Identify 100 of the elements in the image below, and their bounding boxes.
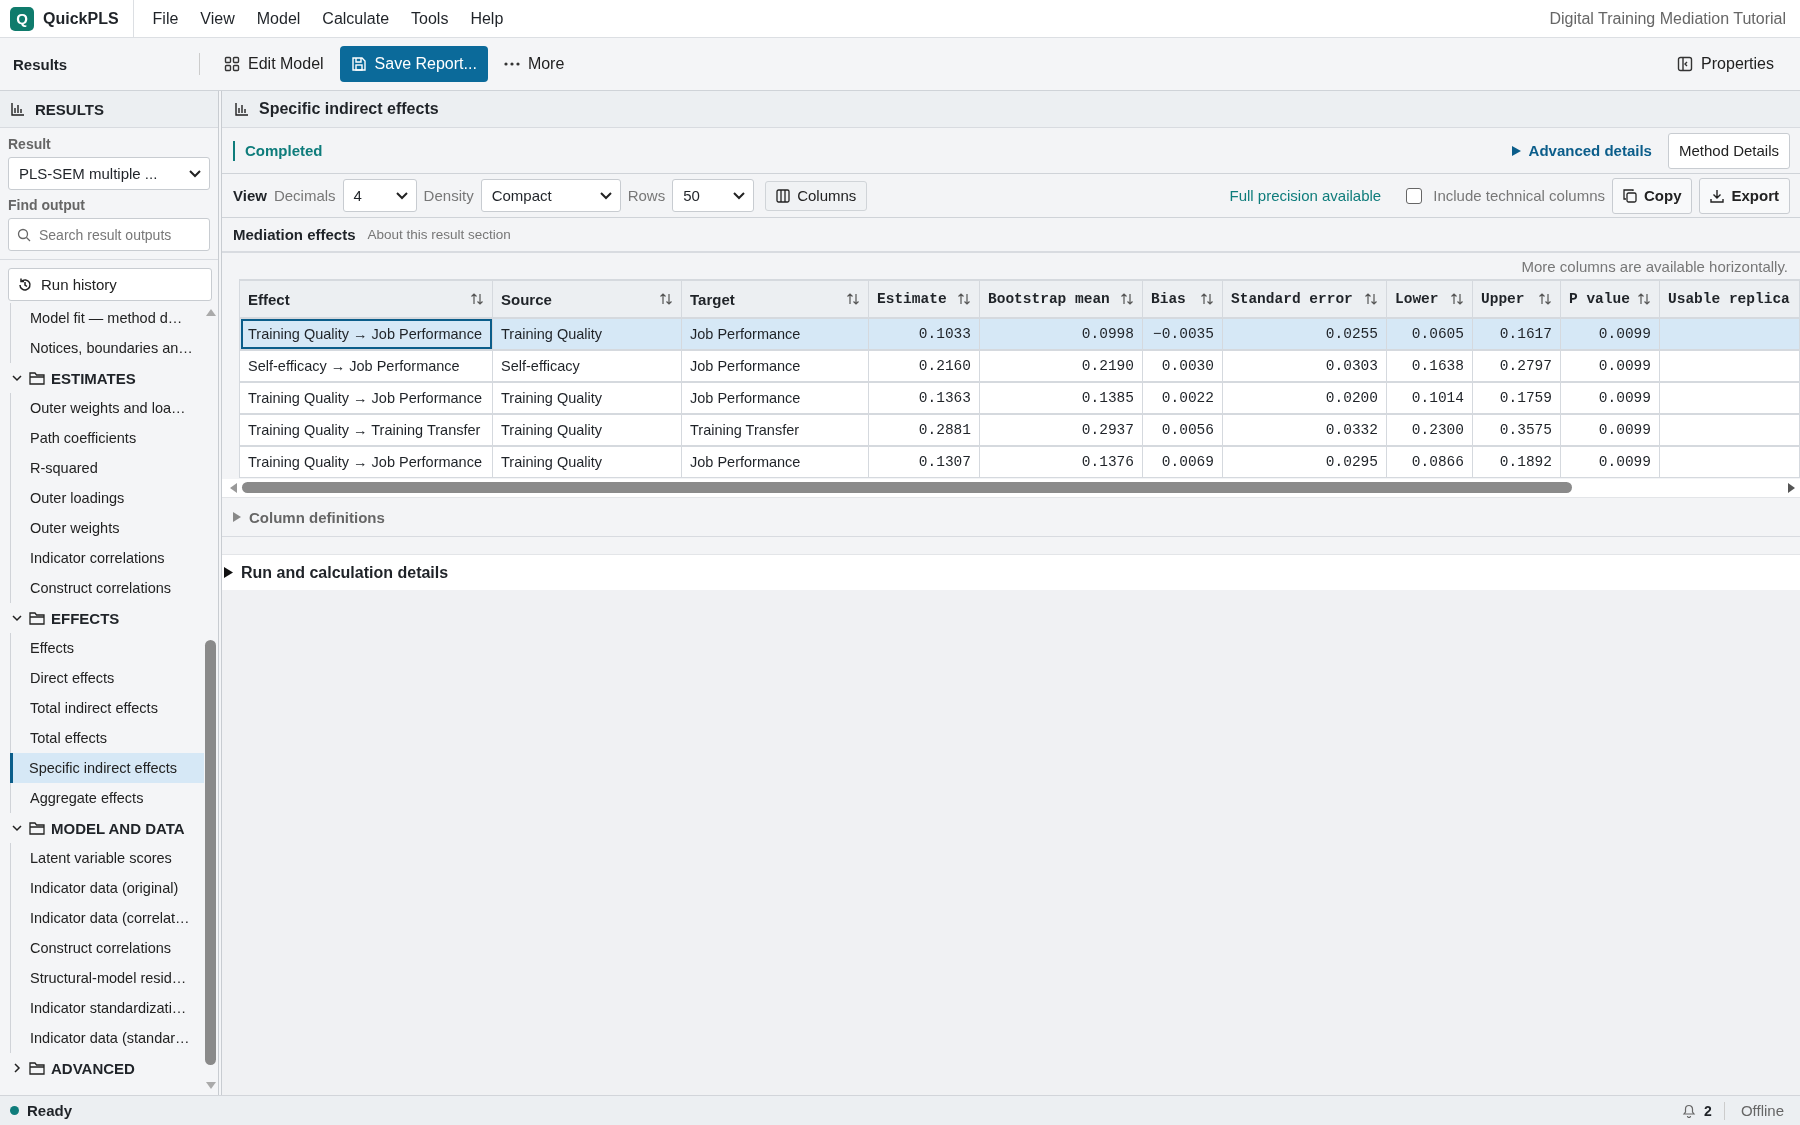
- sort-icon[interactable]: [1120, 292, 1134, 306]
- scroll-left-icon[interactable]: [229, 482, 238, 494]
- chevron-down-icon: [395, 191, 408, 200]
- status-label: Completed: [233, 140, 323, 161]
- tree-item[interactable]: Path coefficients: [10, 423, 204, 453]
- sort-icon[interactable]: [1364, 292, 1378, 306]
- properties-button[interactable]: Properties: [1667, 46, 1784, 82]
- menu-item[interactable]: Tools: [400, 9, 460, 28]
- table-cell: 0.3575: [1472, 414, 1561, 446]
- column-definitions-toggle[interactable]: Column definitions: [249, 508, 385, 526]
- table-cell: 0.1385: [979, 382, 1143, 414]
- table-cell: 0.0295: [1222, 446, 1387, 478]
- more-button[interactable]: More: [493, 46, 575, 82]
- table-cell: 0.0332: [1222, 414, 1387, 446]
- scrollbar-thumb[interactable]: [205, 640, 216, 1065]
- tree-item[interactable]: Indicator standardizati…: [10, 993, 204, 1023]
- table-cell: 0.0099: [1560, 318, 1660, 350]
- tree-item[interactable]: Outer weights and loa…: [10, 393, 204, 423]
- triangle-right-icon[interactable]: [1511, 145, 1521, 156]
- menu-item[interactable]: File: [141, 9, 190, 28]
- copy-button[interactable]: Copy: [1612, 177, 1693, 214]
- column-header[interactable]: P value: [1560, 280, 1660, 318]
- folder-label[interactable]: EFFECTS: [51, 609, 120, 627]
- run-history-button[interactable]: Run history: [8, 268, 212, 301]
- section-title: Mediation effects: [233, 226, 356, 243]
- column-header[interactable]: Standard error: [1222, 280, 1387, 318]
- column-header[interactable]: Effect: [239, 280, 493, 318]
- sort-icon[interactable]: [1637, 292, 1651, 306]
- sort-icon[interactable]: [846, 292, 860, 306]
- tree-item[interactable]: Structural-model resid…: [10, 963, 204, 993]
- tree-item[interactable]: Aggregate effects: [10, 783, 204, 813]
- scrollbar-thumb[interactable]: [242, 482, 1572, 493]
- save-button[interactable]: Save Report...: [339, 46, 488, 82]
- chevron-right-icon[interactable]: [11, 1062, 23, 1074]
- columns-button[interactable]: Columns: [765, 180, 868, 211]
- tree-item[interactable]: Total indirect effects: [10, 693, 204, 723]
- tree-item[interactable]: R-squared: [10, 453, 204, 483]
- tree-item[interactable]: Indicator data (correlat…: [10, 903, 204, 933]
- chevron-down-icon[interactable]: [11, 822, 23, 834]
- tree-item[interactable]: Indicator data (original): [10, 873, 204, 903]
- chevron-down-icon[interactable]: [11, 372, 23, 384]
- search-field[interactable]: Search result outputs: [8, 218, 210, 251]
- column-header[interactable]: Estimate: [868, 280, 980, 318]
- menu-item[interactable]: Model: [245, 9, 312, 28]
- folder-label[interactable]: ESTIMATES: [51, 369, 136, 387]
- grid-icon: [224, 56, 240, 72]
- column-header[interactable]: Lower: [1386, 280, 1473, 318]
- menu-item[interactable]: Help: [459, 9, 515, 28]
- panel-icon: [1677, 56, 1694, 72]
- edit-model-button[interactable]: Edit Model: [214, 46, 334, 82]
- decimals-select[interactable]: 4: [342, 179, 417, 212]
- sort-icon[interactable]: [659, 292, 673, 306]
- rows-select[interactable]: 50: [672, 179, 755, 212]
- tree-item[interactable]: Construct correlations: [10, 573, 204, 603]
- about-link[interactable]: About this result section: [367, 227, 511, 242]
- table-cell: Training Quality → Job Performance: [239, 318, 493, 350]
- tree-item[interactable]: Outer weights: [10, 513, 204, 543]
- column-header[interactable]: Source: [492, 280, 682, 318]
- sort-icon[interactable]: [470, 292, 484, 306]
- column-header[interactable]: Bootstrap mean: [979, 280, 1143, 318]
- sort-icon[interactable]: [957, 292, 971, 306]
- folder-label[interactable]: ADVANCED: [51, 1059, 135, 1077]
- tree-item[interactable]: Outer loadings: [10, 483, 204, 513]
- sort-icon[interactable]: [1200, 292, 1214, 306]
- tree-item[interactable]: Indicator data (standar…: [10, 1023, 204, 1053]
- method-details-button[interactable]: Method Details: [1667, 132, 1790, 169]
- column-header[interactable]: Usable replica: [1659, 280, 1800, 318]
- sort-icon[interactable]: [1538, 292, 1552, 306]
- scroll-right-icon[interactable]: [1787, 482, 1796, 494]
- column-header[interactable]: Upper: [1472, 280, 1561, 318]
- menu-item[interactable]: Calculate: [311, 9, 401, 28]
- table-cell: 0.2300: [1386, 414, 1473, 446]
- connection-status: Offline: [1740, 1102, 1784, 1119]
- folder-label[interactable]: MODEL AND DATA: [51, 819, 185, 837]
- tree-item[interactable]: Notices, boundaries an…: [10, 333, 204, 363]
- table-cell: Training Transfer: [681, 414, 869, 446]
- tree-item[interactable]: Effects: [10, 633, 204, 663]
- column-header[interactable]: Bias: [1142, 280, 1223, 318]
- tree-item[interactable]: Model fit — method d…: [10, 303, 204, 333]
- bell-icon[interactable]: [1682, 1103, 1697, 1118]
- export-button[interactable]: Export: [1699, 177, 1790, 214]
- result-select[interactable]: PLS-SEM multiple ...: [8, 157, 210, 190]
- sort-icon[interactable]: [1450, 292, 1464, 306]
- tree-item[interactable]: Specific indirect effects: [10, 753, 204, 783]
- tree-item[interactable]: Latent variable scores: [10, 843, 204, 873]
- folder-icon: [29, 1061, 45, 1075]
- run-details-toggle[interactable]: Run and calculation details: [241, 563, 449, 582]
- triangle-right-icon[interactable]: [224, 567, 233, 578]
- density-select[interactable]: Compact: [480, 179, 621, 212]
- checkbox-label[interactable]: Include technical columns: [1433, 187, 1605, 204]
- advanced-details-link[interactable]: Advanced details: [1528, 142, 1652, 159]
- column-header[interactable]: Target: [681, 280, 869, 318]
- tree-item[interactable]: Direct effects: [10, 663, 204, 693]
- sidebar-title: RESULTS: [35, 100, 104, 118]
- checkbox[interactable]: [1406, 187, 1423, 204]
- table-cell: Job Performance: [681, 382, 869, 414]
- tree-item[interactable]: Construct correlations: [10, 933, 204, 963]
- tree-item[interactable]: Indicator correlations: [10, 543, 204, 573]
- menu-item[interactable]: View: [189, 9, 246, 28]
- chevron-down-icon[interactable]: [11, 612, 23, 624]
